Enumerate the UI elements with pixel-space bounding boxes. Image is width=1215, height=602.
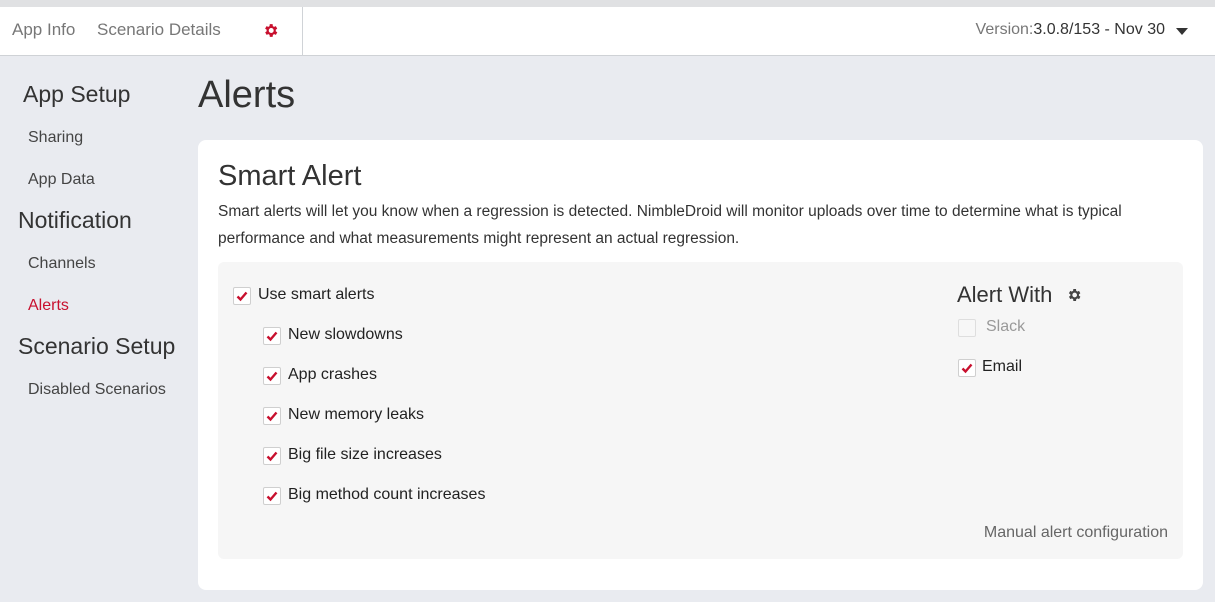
alert-with-title: Alert With [957, 282, 1053, 307]
tab-scenario-details[interactable]: Scenario Details [97, 20, 221, 40]
new-memory-leaks-label[interactable]: New memory leaks [288, 406, 424, 424]
big-file-size-increases-checkbox[interactable] [263, 447, 281, 465]
sidebar-item-app-data[interactable]: App Data [28, 171, 95, 189]
checkmark-icon [266, 451, 278, 462]
checkmark-icon [266, 371, 278, 382]
sidebar-item-alerts[interactable]: Alerts [28, 297, 69, 315]
new-slowdowns-label[interactable]: New slowdowns [288, 326, 403, 344]
email-label[interactable]: Email [982, 358, 1022, 376]
alert-with-gear-icon[interactable] [1066, 287, 1082, 303]
use-smart-alerts-checkbox[interactable] [233, 287, 251, 305]
top-divider [302, 7, 303, 56]
sidebar-item-sharing[interactable]: Sharing [28, 129, 83, 147]
version-selector[interactable]: Version:3.0.8/153 - Nov 30 [976, 21, 1165, 39]
new-slowdowns-checkbox[interactable] [263, 327, 281, 345]
big-method-count-increases-checkbox[interactable] [263, 487, 281, 505]
settings-gear-icon[interactable] [262, 22, 279, 39]
top-strip [0, 0, 1215, 7]
big-file-size-increases-label[interactable]: Big file size increases [288, 446, 442, 464]
smart-alert-description: Smart alerts will let you know when a re… [218, 203, 1122, 247]
smart-alert-card: Smart Alert Smart alerts will let you kn… [198, 140, 1203, 590]
sidebar-section-app-setup: App Setup [23, 81, 131, 107]
page-title: Alerts [198, 74, 296, 116]
use-smart-alerts-label[interactable]: Use smart alerts [258, 286, 374, 304]
email-checkbox[interactable] [958, 359, 976, 377]
version-label: Version: [975, 21, 1034, 38]
new-memory-leaks-checkbox[interactable] [263, 407, 281, 425]
checkmark-icon [236, 291, 248, 302]
sidebar-item-disabled-scenarios[interactable]: Disabled Scenarios [28, 381, 166, 399]
checkmark-icon [266, 491, 278, 502]
manual-alert-configuration-link[interactable]: Manual alert configuration [984, 524, 1168, 542]
checkmark-icon [961, 363, 973, 374]
tab-app-info[interactable]: App Info [12, 20, 75, 40]
big-method-count-increases-label[interactable]: Big method count increases [288, 486, 485, 504]
version-value: 3.0.8/153 - Nov 30 [1033, 21, 1165, 38]
app-crashes-checkbox[interactable] [263, 367, 281, 385]
sidebar-item-channels[interactable]: Channels [28, 255, 96, 273]
sidebar-section-scenario-setup: Scenario Setup [18, 333, 176, 359]
top-bar: App Info Scenario Details Version:3.0.8/… [0, 7, 1215, 56]
app-crashes-label[interactable]: App crashes [288, 366, 377, 384]
checkmark-icon [266, 411, 278, 422]
checkmark-icon [266, 331, 278, 342]
smart-alert-title: Smart Alert [218, 160, 362, 192]
sidebar-section-notification: Notification [18, 207, 132, 233]
slack-checkbox[interactable] [958, 319, 976, 337]
caret-down-icon[interactable] [1176, 28, 1188, 35]
slack-label[interactable]: Slack [986, 318, 1025, 336]
smart-alert-settings-panel: Use smart alerts New slowdowns App crash… [218, 262, 1183, 559]
